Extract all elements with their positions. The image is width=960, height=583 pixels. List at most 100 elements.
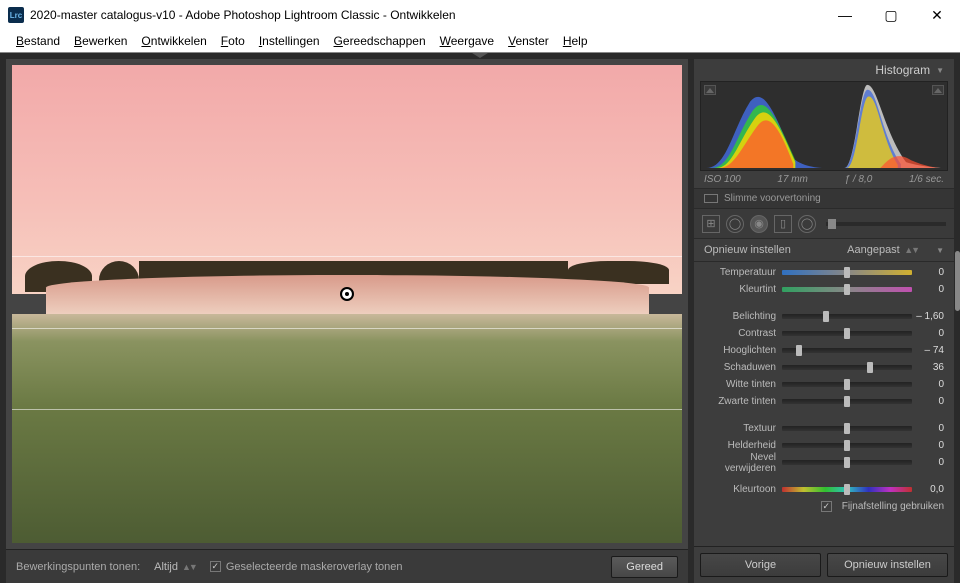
guide-line[interactable] — [12, 256, 682, 257]
tool-amount-slider[interactable] — [826, 222, 946, 226]
menu-foto[interactable]: Foto — [215, 32, 251, 50]
photo-preview[interactable] — [12, 65, 682, 543]
slider-schaduwen[interactable]: Schaduwen36 — [704, 359, 944, 376]
fine-tune-row[interactable]: ✓ Fijnafstelling gebruiken — [694, 498, 954, 512]
menu-weergave[interactable]: Weergave — [434, 32, 500, 50]
exif-aperture: ƒ / 8,0 — [845, 174, 873, 185]
slider-track[interactable] — [782, 348, 912, 353]
edit-points-label: Bewerkingspunten tonen: — [16, 561, 140, 573]
slider-kleurtoon[interactable]: Kleurtoon0,0 — [704, 481, 944, 498]
mask-overlay-label: Geselecteerde maskeroverlay tonen — [226, 561, 403, 573]
slider-label: Contrast — [704, 328, 782, 339]
histogram-header[interactable]: Histogram ▼ — [694, 59, 954, 81]
slider-track[interactable] — [782, 487, 912, 492]
slider-knob[interactable] — [844, 267, 850, 278]
menu-ontwikkelen[interactable]: Ontwikkelen — [135, 32, 212, 50]
slider-hooglichten[interactable]: Hooglichten– 74 — [704, 342, 944, 359]
slider-textuur[interactable]: Textuur0 — [704, 420, 944, 437]
histogram-graph — [701, 82, 947, 170]
minimize-button[interactable]: — — [822, 0, 868, 30]
slider-knob[interactable] — [844, 379, 850, 390]
slider-track[interactable] — [782, 399, 912, 404]
slider-track[interactable] — [782, 426, 912, 431]
slider-label: Witte tinten — [704, 379, 782, 390]
slider-label: Kleurtint — [704, 284, 782, 295]
slider-knob[interactable] — [844, 484, 850, 495]
slider-value: 0 — [912, 267, 944, 278]
guide-line[interactable] — [12, 328, 682, 329]
menu-help[interactable]: Help — [557, 32, 594, 50]
histogram[interactable] — [700, 81, 948, 171]
tool-radial-fill-icon[interactable]: ◉ — [750, 215, 768, 233]
collapse-icon[interactable]: ▼ — [936, 246, 944, 255]
slider-label: Belichting — [704, 311, 782, 322]
slider-knob[interactable] — [844, 328, 850, 339]
menu-instellingen[interactable]: Instellingen — [253, 32, 326, 50]
photo-land — [12, 314, 682, 543]
slider-knob[interactable] — [796, 345, 802, 356]
slider-track[interactable] — [782, 270, 912, 275]
slider-belichting[interactable]: Belichting– 1,60 — [704, 308, 944, 325]
slider-witte[interactable]: Witte tinten0 — [704, 376, 944, 393]
guide-line[interactable] — [12, 409, 682, 410]
reset-link[interactable]: Opnieuw instellen — [704, 244, 791, 256]
slider-knob[interactable] — [823, 311, 829, 322]
edit-points-dropdown[interactable]: Altijd▲▼ — [154, 561, 196, 573]
slider-track[interactable] — [782, 365, 912, 370]
titlebar: Lrc 2020-master catalogus-v10 - Adobe Ph… — [0, 0, 960, 30]
menu-bewerken[interactable]: Bewerken — [68, 32, 133, 50]
tool-linear-icon[interactable]: ▯ — [774, 215, 792, 233]
check-icon: ✓ — [210, 561, 221, 572]
slider-track[interactable] — [782, 443, 912, 448]
photo-viewport — [6, 59, 688, 549]
exif-focal: 17 mm — [777, 174, 808, 185]
right-panel-scrollbar[interactable] — [955, 251, 960, 311]
slider-knob[interactable] — [867, 362, 873, 373]
done-button[interactable]: Gereed — [611, 556, 678, 578]
slider-knob[interactable] — [844, 396, 850, 407]
slider-track[interactable] — [782, 314, 912, 319]
slider-track[interactable] — [782, 287, 912, 292]
menu-bestand[interactable]: Bestand — [10, 32, 66, 50]
slider-nevel[interactable]: Nevel verwijderen0 — [704, 454, 944, 471]
slider-zwarte[interactable]: Zwarte tinten 0 — [704, 393, 944, 410]
toolbar-bottom: Bewerkingspunten tonen: Altijd▲▼ ✓ Gesel… — [6, 549, 688, 583]
left-pane: Bewerkingspunten tonen: Altijd▲▼ ✓ Gesel… — [6, 59, 688, 583]
histogram-title: Histogram — [875, 63, 930, 77]
slider-track[interactable] — [782, 331, 912, 336]
slider-label: Nevel verwijderen — [704, 452, 782, 474]
shadow-clipping-icon[interactable] — [704, 85, 716, 95]
slider-value: 0 — [912, 423, 944, 434]
menu-venster[interactable]: Venster — [502, 32, 555, 50]
slider-knob[interactable] — [844, 423, 850, 434]
maximize-button[interactable]: ▢ — [868, 0, 914, 30]
slider-track[interactable] — [782, 460, 912, 465]
check-icon: ✓ — [821, 501, 832, 512]
adjustment-pin[interactable] — [340, 287, 354, 301]
slider-value: 0 — [912, 328, 944, 339]
tool-radial-outline-icon[interactable]: ◯ — [726, 215, 744, 233]
reset-button[interactable]: Opnieuw instellen — [827, 553, 948, 577]
previous-button[interactable]: Vorige — [700, 553, 821, 577]
menu-gereedschappen[interactable]: Gereedschappen — [328, 32, 432, 50]
tool-brush-icon[interactable]: ◯ — [798, 215, 816, 233]
highlight-clipping-icon[interactable] — [932, 85, 944, 95]
collapse-icon: ▼ — [936, 66, 944, 75]
preset-dropdown[interactable]: Aangepast ▲▼ — [847, 244, 918, 256]
slider-temperatuur[interactable]: Temperatuur 0 — [704, 264, 944, 281]
slider-kleurtint[interactable]: Kleurtint0 — [704, 281, 944, 298]
slider-knob[interactable] — [844, 457, 850, 468]
mask-tool-row: ⊞ ◯ ◉ ▯ ◯ — [694, 209, 954, 239]
slider-track[interactable] — [782, 382, 912, 387]
tool-new-mask-icon[interactable]: ⊞ — [702, 215, 720, 233]
panel-button-row: Vorige Opnieuw instellen — [694, 546, 954, 583]
close-button[interactable]: ✕ — [914, 0, 960, 30]
exif-row: ISO 100 17 mm ƒ / 8,0 1/6 sec. — [694, 171, 954, 188]
slider-knob[interactable] — [844, 440, 850, 451]
mask-overlay-toggle[interactable]: ✓ Geselecteerde maskeroverlay tonen — [210, 561, 403, 573]
slider-label: Zwarte tinten — [704, 396, 782, 407]
slider-value: 0 — [912, 396, 944, 407]
slider-knob[interactable] — [844, 284, 850, 295]
slider-contrast[interactable]: Contrast 0 — [704, 325, 944, 342]
slider-label: Temperatuur — [704, 267, 782, 278]
